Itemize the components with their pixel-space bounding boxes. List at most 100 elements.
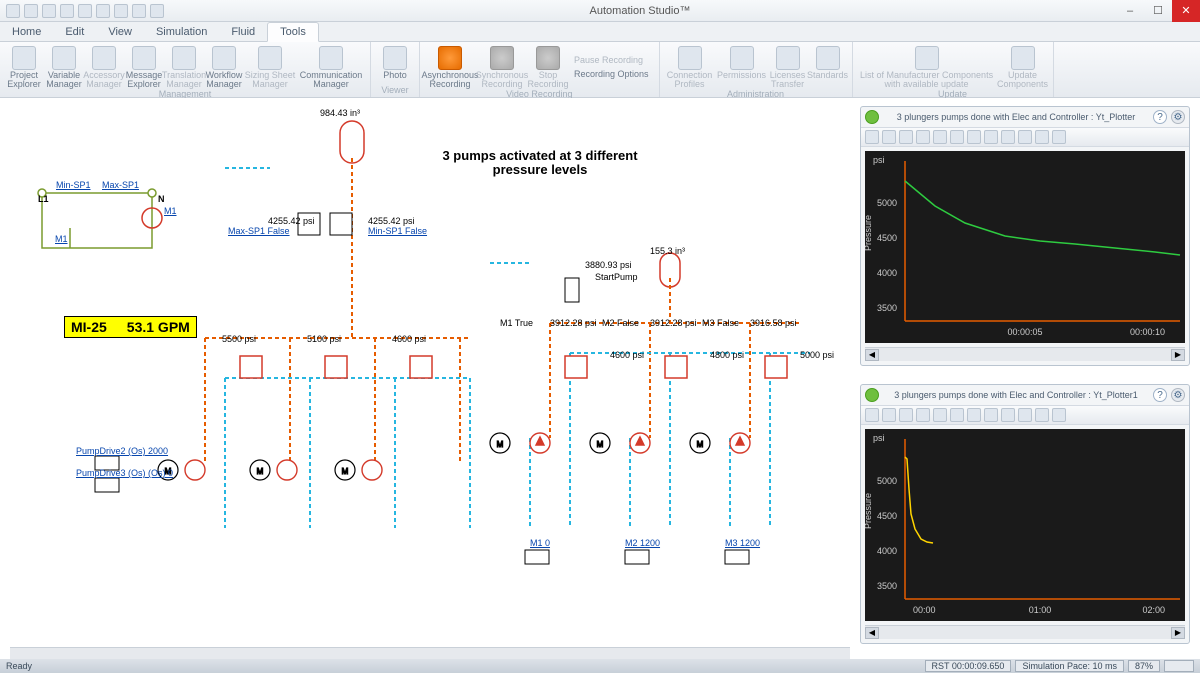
svg-text:00:00:05: 00:00:05: [1007, 327, 1042, 337]
plot1-export-icon[interactable]: [1001, 130, 1015, 144]
maximize-button[interactable]: ☐: [1144, 0, 1172, 22]
plot2-pause-icon[interactable]: [865, 408, 879, 422]
plot2-view-icon[interactable]: [1035, 408, 1049, 422]
minimize-button[interactable]: –: [1116, 0, 1144, 22]
tab-tools[interactable]: Tools: [267, 22, 319, 42]
async-recording-button[interactable]: AsynchronousRecording: [424, 44, 476, 89]
plot2-more-icon[interactable]: [1052, 408, 1066, 422]
tab-home[interactable]: Home: [0, 23, 53, 41]
plot1-grid-icon[interactable]: [1018, 130, 1032, 144]
min-sp1-link[interactable]: Min-SP1: [56, 180, 91, 190]
svg-text:5000: 5000: [877, 476, 897, 486]
qat-redo-icon[interactable]: [96, 4, 110, 18]
plot2-title: 3 plungers pumps done with Elec and Cont…: [883, 390, 1149, 400]
qat-print-icon[interactable]: [114, 4, 128, 18]
plot2-clear-icon[interactable]: [984, 408, 998, 422]
plot2-zoomin-icon[interactable]: [916, 408, 930, 422]
tab-view[interactable]: View: [96, 23, 144, 41]
tank1-value: 984.43 in³: [320, 108, 360, 118]
sizing-sheet-manager-button[interactable]: Sizing SheetManager: [244, 44, 296, 89]
pause-recording-button[interactable]: Pause Recording: [574, 55, 649, 65]
status-zoom-slider[interactable]: [1164, 660, 1194, 672]
m1-lower-link[interactable]: M1: [55, 234, 68, 244]
n-node: N: [158, 194, 165, 204]
plot1-clear-icon[interactable]: [984, 130, 998, 144]
plot1-marker-icon[interactable]: [967, 130, 981, 144]
plot1-view-icon[interactable]: [1035, 130, 1049, 144]
update-components-button[interactable]: UpdateComponents: [997, 44, 1049, 89]
qat-more-icon[interactable]: [150, 4, 164, 18]
tab-edit[interactable]: Edit: [53, 23, 96, 41]
list-components-button[interactable]: List of Manufacturer Componentswith avai…: [857, 44, 997, 89]
tab-fluid[interactable]: Fluid: [219, 23, 267, 41]
pump-drive3-link[interactable]: PumpDrive3 (Os) (Os) 0: [76, 468, 173, 478]
plot2-grid-icon[interactable]: [1018, 408, 1032, 422]
pressure-4255-right: 4255.42 psi: [368, 216, 415, 226]
p2-5000: 5000 psi: [800, 350, 834, 360]
plot2-fit-icon[interactable]: [950, 408, 964, 422]
schematic-canvas[interactable]: 3 pumps activated at 3 different pressur…: [10, 98, 850, 645]
connection-profiles-button[interactable]: ConnectionProfiles: [664, 44, 716, 89]
plot1-zoomout-icon[interactable]: [933, 130, 947, 144]
plot2-scroll-left-icon[interactable]: ◀: [865, 627, 879, 639]
plot1-scroll-right-icon[interactable]: ▶: [1171, 349, 1185, 361]
qat-save-icon[interactable]: [60, 4, 74, 18]
plot2-marker-icon[interactable]: [967, 408, 981, 422]
message-explorer-button[interactable]: MessageExplorer: [124, 44, 164, 89]
max-sp1-link[interactable]: Max-SP1: [102, 180, 139, 190]
plot1-help-icon[interactable]: ?: [1153, 110, 1167, 124]
plot2-zoomout-icon[interactable]: [933, 408, 947, 422]
canvas-horizontal-scrollbar[interactable]: [10, 647, 850, 659]
plot2-help-icon[interactable]: ?: [1153, 388, 1167, 402]
accessory-manager-button[interactable]: AccessoryManager: [84, 44, 124, 89]
close-button[interactable]: ✕: [1172, 0, 1200, 22]
stop-recording-button[interactable]: StopRecording: [528, 44, 568, 89]
sync-recording-button[interactable]: SynchronousRecording: [476, 44, 528, 89]
plot1-chart[interactable]: psi Pressure 3500 4000 4500 5000 00:00:0…: [865, 151, 1185, 343]
plot1-more-icon[interactable]: [1052, 130, 1066, 144]
m1-top-link[interactable]: M1: [164, 206, 177, 216]
qat-open-icon[interactable]: [42, 4, 56, 18]
plot2-settings-icon[interactable]: ⚙: [1171, 388, 1185, 402]
svg-text:3500: 3500: [877, 581, 897, 591]
plot2-play-icon[interactable]: [865, 388, 879, 402]
plot2-cursor-icon[interactable]: [899, 408, 913, 422]
project-explorer-button[interactable]: ProjectExplorer: [4, 44, 44, 89]
m2-1200-link[interactable]: M2 1200: [625, 538, 660, 548]
m1-0-link[interactable]: M1 0: [530, 538, 550, 548]
plot1-snap-icon[interactable]: [882, 130, 896, 144]
app-icon[interactable]: [6, 4, 20, 18]
plot1-settings-icon[interactable]: ⚙: [1171, 110, 1185, 124]
plot2-chart[interactable]: psi Pressure 3500 4000 4500 5000 00:00 0…: [865, 429, 1185, 621]
licenses-button[interactable]: LicensesTransfer: [768, 44, 808, 89]
qat-new-icon[interactable]: [24, 4, 38, 18]
recording-options-button[interactable]: Recording Options: [574, 69, 649, 79]
photo-button[interactable]: Photo: [375, 44, 415, 85]
qat-undo-icon[interactable]: [78, 4, 92, 18]
standards-button[interactable]: Standards: [808, 44, 848, 89]
plot1-cursor-icon[interactable]: [899, 130, 913, 144]
translation-manager-button[interactable]: TranslationManager: [164, 44, 204, 89]
permissions-button[interactable]: Permissions: [716, 44, 768, 89]
plot2-scroll-right-icon[interactable]: ▶: [1171, 627, 1185, 639]
plot2-snap-icon[interactable]: [882, 408, 896, 422]
plot2-export-icon[interactable]: [1001, 408, 1015, 422]
plot2-scrollbar[interactable]: ◀ ▶: [865, 625, 1185, 639]
plot1-toolbar: [861, 127, 1189, 147]
plot1-play-icon[interactable]: [865, 110, 879, 124]
status-bar: Ready RST 00:00:09.650 Simulation Pace: …: [0, 659, 1200, 673]
plot1-pause-icon[interactable]: [865, 130, 879, 144]
communication-manager-button[interactable]: CommunicationManager: [296, 44, 366, 89]
min-sp1-false-link[interactable]: Min-SP1 False: [368, 226, 427, 236]
variable-manager-button[interactable]: VariableManager: [44, 44, 84, 89]
qat-help-icon[interactable]: [132, 4, 146, 18]
plot1-scrollbar[interactable]: ◀ ▶: [865, 347, 1185, 361]
m3-1200-link[interactable]: M3 1200: [725, 538, 760, 548]
workflow-manager-button[interactable]: WorkflowManager: [204, 44, 244, 89]
plot1-fit-icon[interactable]: [950, 130, 964, 144]
plot1-scroll-left-icon[interactable]: ◀: [865, 349, 879, 361]
max-sp1-false-link[interactable]: Max-SP1 False: [228, 226, 290, 236]
plot1-zoomin-icon[interactable]: [916, 130, 930, 144]
pump-drive2-link[interactable]: PumpDrive2 (Os) 2000: [76, 446, 168, 456]
tab-simulation[interactable]: Simulation: [144, 23, 219, 41]
